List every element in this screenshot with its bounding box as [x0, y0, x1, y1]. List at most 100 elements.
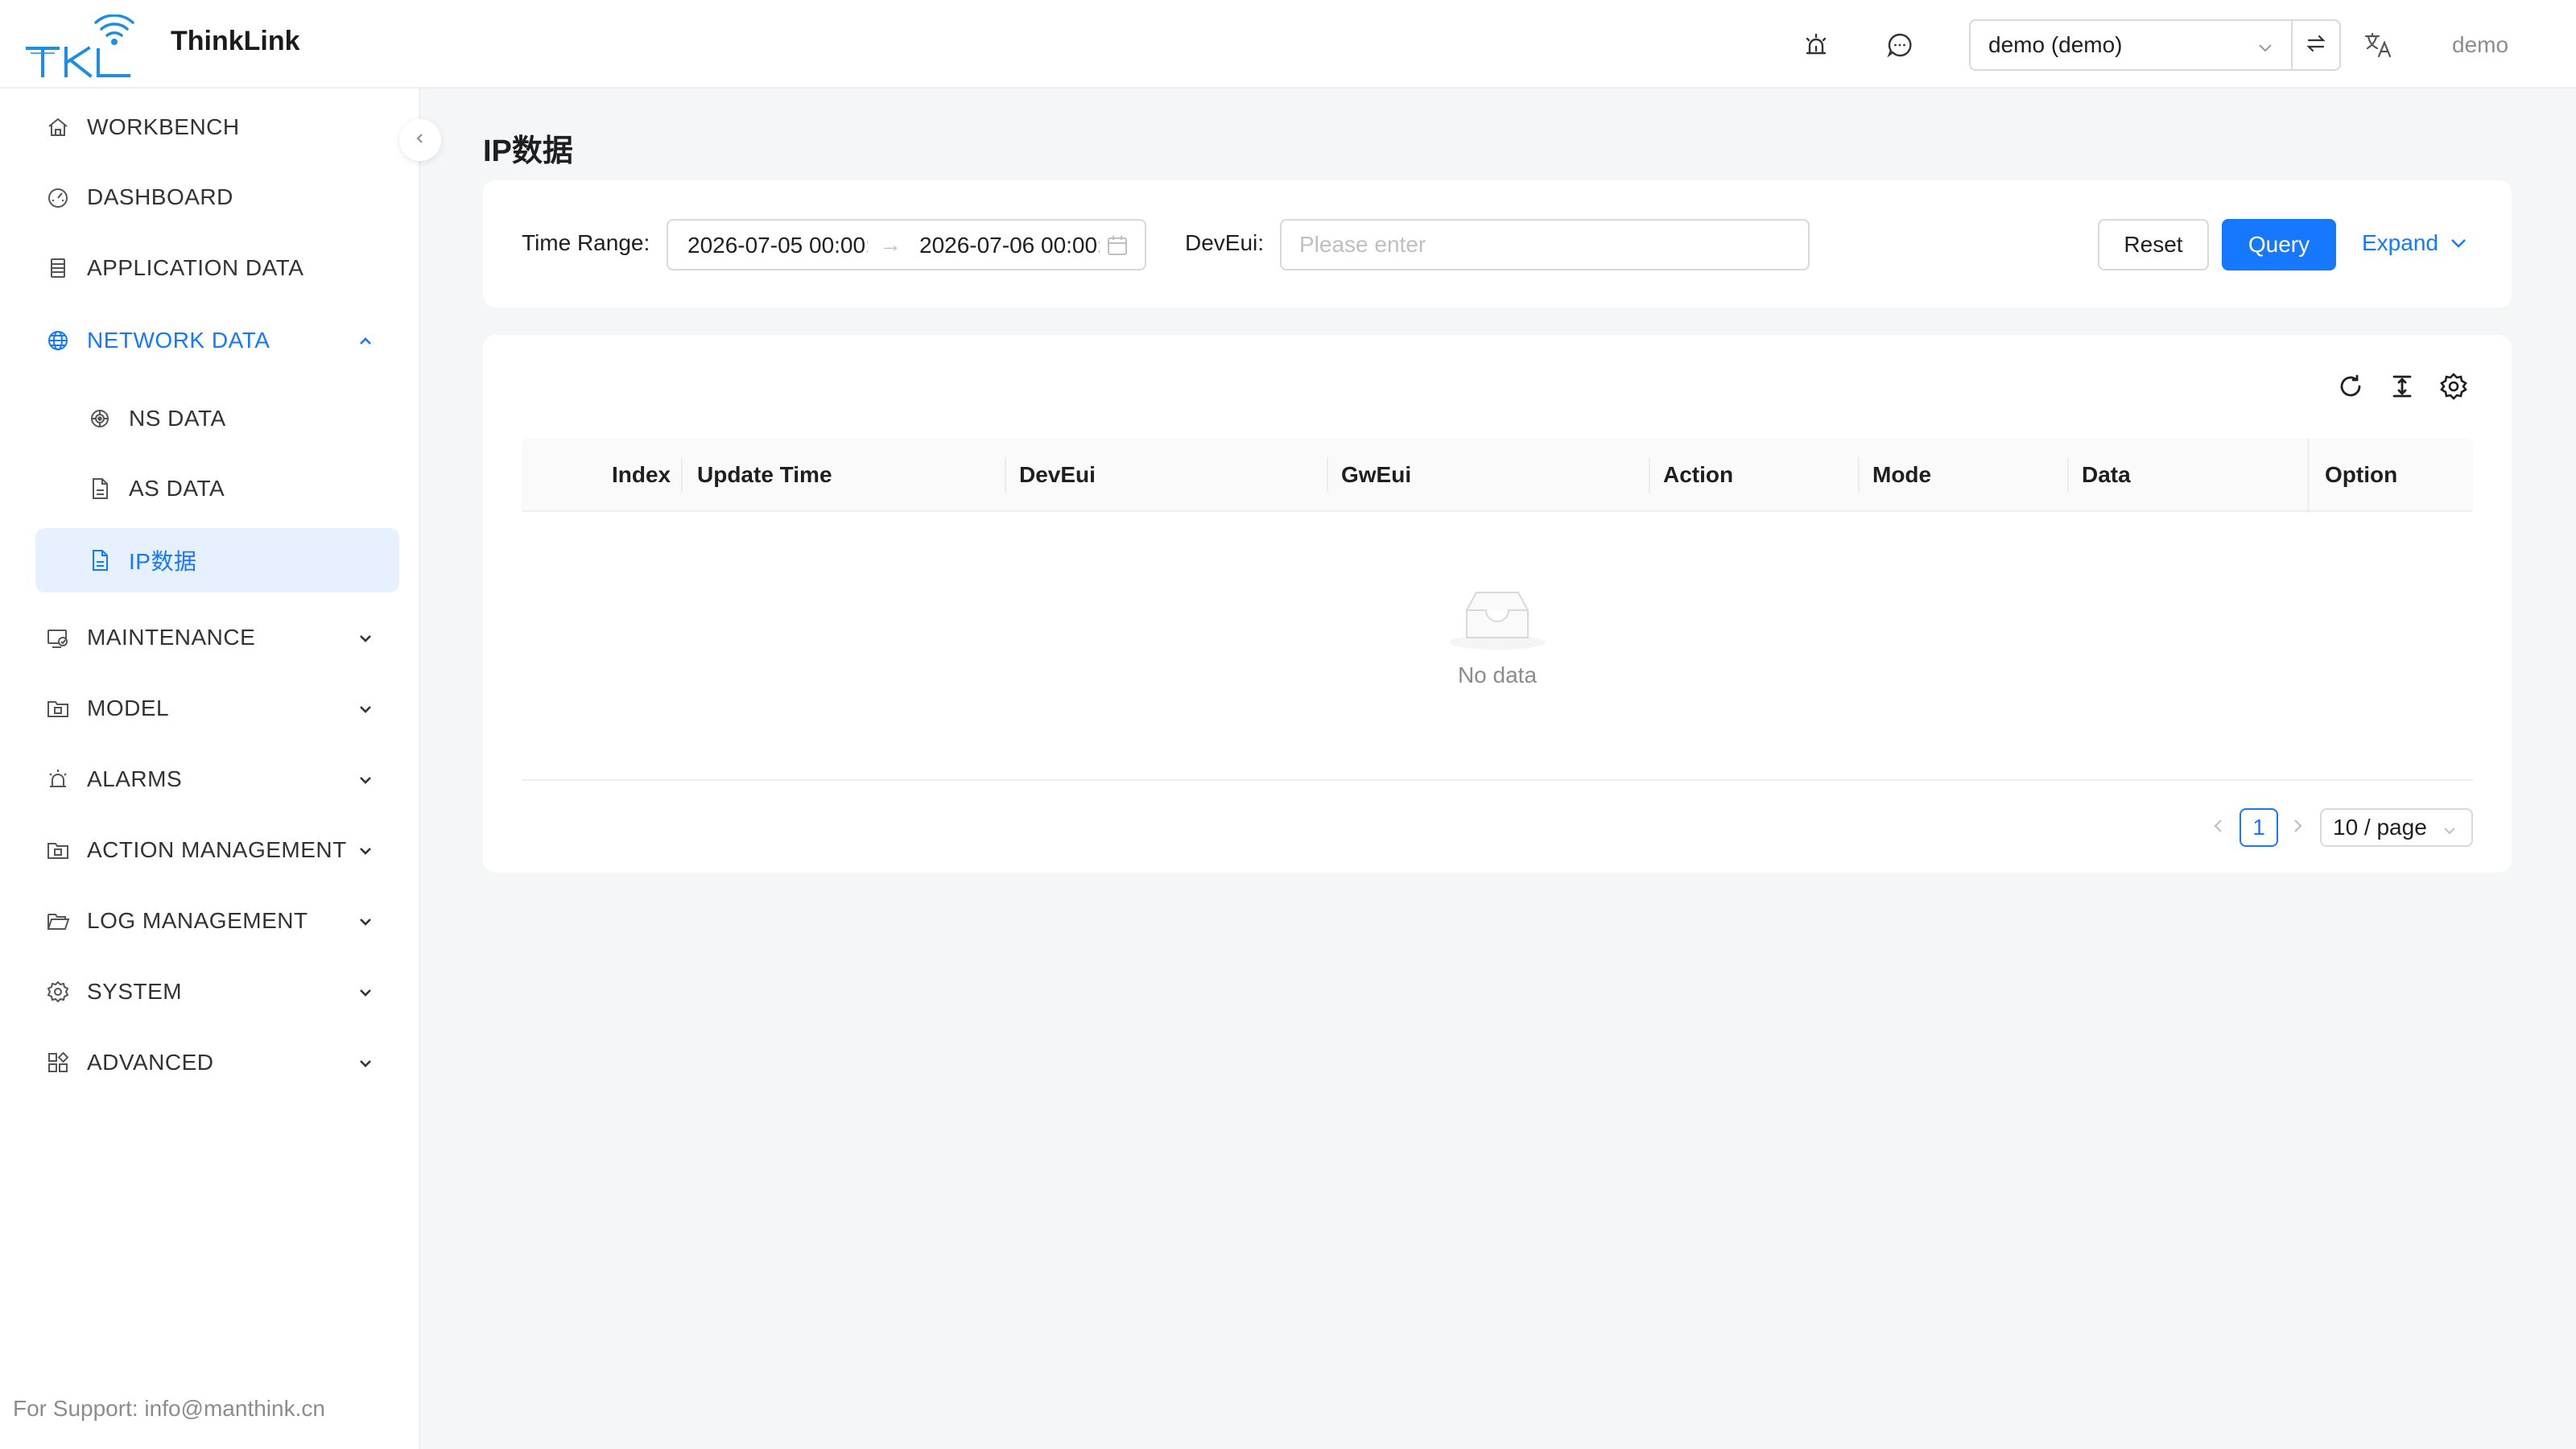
- sidebar-item-advanced[interactable]: ADVANCED: [35, 1030, 399, 1095]
- time-range-start[interactable]: 2026-07-05 00:00:00: [687, 233, 868, 258]
- chevron-down-icon: [356, 1053, 375, 1072]
- chevron-down-icon: [356, 840, 375, 860]
- column-header-gweui[interactable]: GwEui: [1341, 438, 1411, 512]
- app-title: ThinkLink: [171, 26, 300, 56]
- sidebar-item-label: LOG MANAGEMENT: [87, 908, 308, 933]
- table-icon: [45, 255, 71, 281]
- empty-state: No data: [1417, 580, 1578, 688]
- time-range-end[interactable]: 2026-07-06 00:00:00: [919, 233, 1100, 258]
- arrow-right-icon: →: [879, 232, 902, 257]
- empty-text: No data: [1457, 663, 1538, 687]
- page-number-1[interactable]: 1: [2240, 808, 2278, 847]
- sidebar-item-log-management[interactable]: LOG MANAGEMENT: [35, 889, 399, 953]
- folder-open-icon: [45, 908, 71, 934]
- translate-icon[interactable]: [2362, 29, 2394, 61]
- apps-icon: [45, 1050, 71, 1075]
- expand-link[interactable]: Expand: [2362, 230, 2469, 256]
- sidebar-item-system[interactable]: SYSTEM: [35, 960, 399, 1024]
- folder-icon: [45, 696, 71, 721]
- thinklink-logo[interactable]: [24, 14, 147, 79]
- column-header-index[interactable]: Index: [612, 438, 671, 512]
- sidebar-item-model[interactable]: MODEL: [35, 676, 399, 741]
- chat-icon[interactable]: [1884, 29, 1916, 61]
- next-page-icon[interactable]: [2286, 815, 2309, 837]
- page-title: IP数据: [483, 134, 573, 168]
- sidebar-item-label: DASHBOARD: [87, 184, 233, 209]
- home-icon: [45, 114, 71, 140]
- sidebar-item-label: WORKBENCH: [87, 114, 240, 139]
- dashboard-icon: [45, 184, 71, 210]
- alarm-icon: [45, 766, 71, 792]
- switch-tenant-button[interactable]: [2291, 19, 2341, 71]
- sidebar-item-ns-data[interactable]: NS DATA: [35, 386, 399, 451]
- settings-icon[interactable]: [2438, 370, 2470, 402]
- reload-icon[interactable]: [2334, 370, 2367, 402]
- sidebar-item-maintenance[interactable]: MAINTENANCE: [35, 605, 399, 670]
- page-size-value: 10 / page: [2333, 815, 2427, 840]
- tenant-select-value: demo (demo): [1988, 32, 2123, 57]
- sidebar-item-label: NETWORK DATA: [87, 328, 270, 353]
- sidebar-item-action-management[interactable]: ACTION MANAGEMENT: [35, 818, 399, 882]
- support-contact: For Support: info@manthink.cn: [13, 1396, 325, 1421]
- time-range-picker[interactable]: 2026-07-05 00:00:00 → 2026-07-06 00:00:0…: [667, 219, 1146, 270]
- sidebar-item-label: MODEL: [87, 696, 170, 720]
- chevron-down-icon: [2441, 819, 2458, 837]
- column-header-mode[interactable]: Mode: [1872, 438, 1931, 512]
- time-range-label: Time Range:: [522, 230, 650, 255]
- top-header: ThinkLink demo (demo) demo: [0, 0, 2576, 89]
- density-icon[interactable]: [2386, 370, 2418, 402]
- column-header-option[interactable]: Option: [2325, 438, 2397, 512]
- globe-icon: [45, 328, 71, 353]
- sidebar-item-as-data[interactable]: AS DATA: [35, 456, 399, 521]
- reset-button[interactable]: Reset: [2098, 219, 2209, 270]
- chevron-down-icon: [356, 628, 375, 647]
- sidebar-item-label: ADVANCED: [87, 1050, 214, 1075]
- table-divider: [522, 779, 2473, 781]
- page-size-select[interactable]: 10 / page: [2320, 808, 2473, 847]
- chevron-down-icon: [2448, 233, 2469, 254]
- chevron-down-icon: [356, 911, 375, 931]
- chevron-down-icon: [356, 770, 375, 789]
- alarm-icon[interactable]: [1800, 29, 1832, 61]
- folder-icon: [45, 837, 71, 863]
- sidebar-item-label: NS DATA: [129, 406, 226, 431]
- sidebar-item-workbench[interactable]: WORKBENCH: [35, 95, 399, 159]
- sidebar-item-network-data[interactable]: NETWORK DATA: [35, 308, 399, 373]
- deveui-input[interactable]: [1280, 219, 1810, 270]
- sidebar-item-label: MAINTENANCE: [87, 625, 256, 650]
- column-header-action[interactable]: Action: [1663, 438, 1733, 512]
- table-header: Index Update Time DevEui GwEui Action Mo…: [522, 438, 2473, 512]
- maintenance-icon: [45, 625, 71, 650]
- sidebar-item-label: ALARMS: [87, 766, 183, 791]
- expand-label: Expand: [2362, 230, 2438, 255]
- radar-icon: [87, 406, 113, 431]
- sidebar-item-label: SYSTEM: [87, 979, 183, 1004]
- deveui-label: DevEui:: [1185, 230, 1265, 255]
- sidebar-item-application-data[interactable]: APPLICATION DATA: [35, 236, 399, 300]
- file-icon: [87, 476, 113, 502]
- file-icon: [87, 547, 113, 573]
- calendar-icon: [1106, 234, 1129, 257]
- chevron-up-icon: [356, 331, 375, 350]
- swap-icon: [2304, 31, 2328, 60]
- sidebar-item-label: AS DATA: [129, 476, 225, 501]
- column-header-update-time[interactable]: Update Time: [697, 438, 832, 512]
- sidebar-item-ip-data[interactable]: IP数据: [35, 528, 399, 592]
- tenant-select[interactable]: demo (demo): [1969, 19, 2293, 71]
- chevron-down-icon: [2256, 37, 2275, 56]
- collapse-sidebar-button[interactable]: [399, 119, 441, 161]
- fixed-column-shadow: [2307, 438, 2310, 512]
- query-button[interactable]: Query: [2222, 219, 2336, 270]
- sidebar-item-label: IP数据: [129, 549, 197, 574]
- prev-page-icon[interactable]: [2207, 815, 2230, 837]
- chevron-left-icon: [412, 130, 428, 151]
- sidebar-item-label: ACTION MANAGEMENT: [87, 837, 347, 862]
- chevron-down-icon: [356, 982, 375, 1001]
- chevron-down-icon: [356, 699, 375, 718]
- column-header-deveui[interactable]: DevEui: [1019, 438, 1096, 512]
- sidebar-item-alarms[interactable]: ALARMS: [35, 747, 399, 811]
- sidebar-item-label: APPLICATION DATA: [87, 255, 304, 280]
- user-name[interactable]: demo: [2452, 32, 2508, 58]
- sidebar-item-dashboard[interactable]: DASHBOARD: [35, 165, 399, 229]
- column-header-data[interactable]: Data: [2082, 438, 2131, 512]
